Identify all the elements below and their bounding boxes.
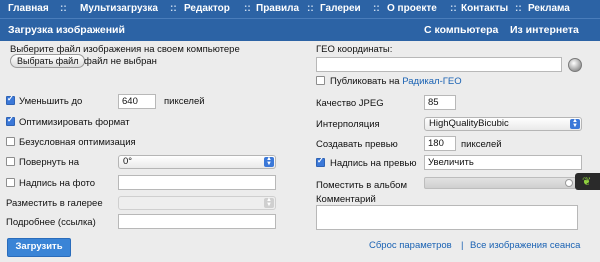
select-arrows-icon: ▲ ▼ xyxy=(264,197,274,208)
nav-rules[interactable]: Правила xyxy=(256,3,299,14)
nav-separator: :: xyxy=(307,3,314,14)
reset-params-link[interactable]: Сброс параметров xyxy=(369,240,452,251)
upload-submit-button[interactable]: Загрузить xyxy=(7,238,71,257)
gallery-label: Разместить в галерее xyxy=(6,198,103,209)
comment-label: Комментарий xyxy=(316,194,376,205)
page-title: Загрузка изображений xyxy=(8,24,125,36)
optimize-checkbox[interactable] xyxy=(6,115,15,126)
preview-caption-input[interactable]: Увеличить xyxy=(424,155,582,170)
nav-about[interactable]: О проекте xyxy=(387,3,437,14)
top-nav: Главная :: Мультизагрузка :: Редактор ::… xyxy=(0,0,600,18)
interpolation-select-value: HighQualityBicubic xyxy=(429,118,509,129)
nav-separator: :: xyxy=(515,3,522,14)
links-separator: | xyxy=(461,240,464,251)
nav-galleries[interactable]: Галереи xyxy=(320,3,361,14)
reduce-label: Уменьшить до xyxy=(19,96,83,107)
caption-input[interactable] xyxy=(118,175,276,190)
unconditional-optimize-label: Безусловная оптимизация xyxy=(19,137,136,148)
nav-separator: :: xyxy=(450,3,457,14)
more-link-input[interactable] xyxy=(118,214,276,229)
geo-input[interactable] xyxy=(316,57,562,72)
interpolation-select[interactable]: HighQualityBicubic ▲ ▼ xyxy=(424,117,582,131)
reduce-unit-label: пикселей xyxy=(164,96,205,107)
side-widget-tab[interactable]: ❦ xyxy=(575,173,600,190)
more-link-label: Подробнее (ссылка) xyxy=(6,217,96,228)
preview-caption-checkbox[interactable] xyxy=(316,156,325,167)
upload-tabs-bar: Загрузка изображений С компьютера Из инт… xyxy=(0,18,600,41)
nav-separator: :: xyxy=(244,3,251,14)
jpeg-quality-input[interactable]: 85 xyxy=(424,95,456,110)
nav-editor[interactable]: Редактор xyxy=(184,3,230,14)
nav-contacts[interactable]: Контакты xyxy=(461,3,508,14)
publish-prefix: Публиковать на xyxy=(330,76,400,87)
globe-icon[interactable] xyxy=(568,58,582,72)
nav-separator: :: xyxy=(170,3,177,14)
nav-home[interactable]: Главная xyxy=(8,3,49,14)
preview-size-label: Создавать превью xyxy=(316,139,398,150)
optimize-label: Оптимизировать формат xyxy=(19,117,130,128)
tab-from-internet[interactable]: Из интернета xyxy=(510,24,579,36)
album-label: Поместить в альбом xyxy=(316,180,407,191)
radikal-geo-link[interactable]: Радикал-ГЕО xyxy=(402,76,461,87)
nav-separator: :: xyxy=(60,3,67,14)
preview-caption-label: Надпись на превью xyxy=(330,158,417,169)
nav-multiupload[interactable]: Мультизагрузка xyxy=(80,3,158,14)
gallery-select[interactable]: ▲ ▼ xyxy=(118,196,276,210)
tab-from-computer[interactable]: С компьютера xyxy=(424,24,498,36)
jpeg-quality-label: Качество JPEG xyxy=(316,98,384,109)
publish-geo-checkbox[interactable] xyxy=(316,76,325,85)
select-arrows-icon: ▲ ▼ xyxy=(264,156,274,167)
reduce-checkbox[interactable] xyxy=(6,94,15,105)
publish-geo-label: Публиковать на Радикал-ГЕО xyxy=(330,76,462,87)
all-session-images-link[interactable]: Все изображения сеанса xyxy=(470,240,580,251)
leaf-icon: ❦ xyxy=(582,176,592,188)
album-slider-knob[interactable] xyxy=(565,179,573,187)
choose-file-button[interactable]: Выбрать файл xyxy=(10,54,86,68)
caption-checkbox[interactable] xyxy=(6,178,15,187)
preview-size-input[interactable]: 180 xyxy=(424,136,456,151)
select-arrows-icon: ▲ ▼ xyxy=(570,118,580,129)
rotate-label: Повернуть на xyxy=(19,157,80,168)
rotate-checkbox[interactable] xyxy=(6,157,15,166)
nav-ads[interactable]: Реклама xyxy=(528,3,570,14)
album-select[interactable] xyxy=(424,177,576,189)
reduce-size-input[interactable]: 640 xyxy=(118,94,156,109)
interpolation-label: Интерполяция xyxy=(316,119,380,130)
nav-separator: :: xyxy=(373,3,380,14)
geo-label: ГЕО координаты: xyxy=(316,44,393,55)
rotate-select[interactable]: 0° ▲ ▼ xyxy=(118,155,276,169)
caption-label: Надпись на фото xyxy=(19,178,96,189)
comment-textarea[interactable] xyxy=(316,205,578,230)
rotate-select-value: 0° xyxy=(123,156,133,167)
no-file-text: файл не выбран xyxy=(84,56,157,67)
preview-unit-label: пикселей xyxy=(461,139,502,150)
unconditional-optimize-checkbox[interactable] xyxy=(6,137,15,146)
